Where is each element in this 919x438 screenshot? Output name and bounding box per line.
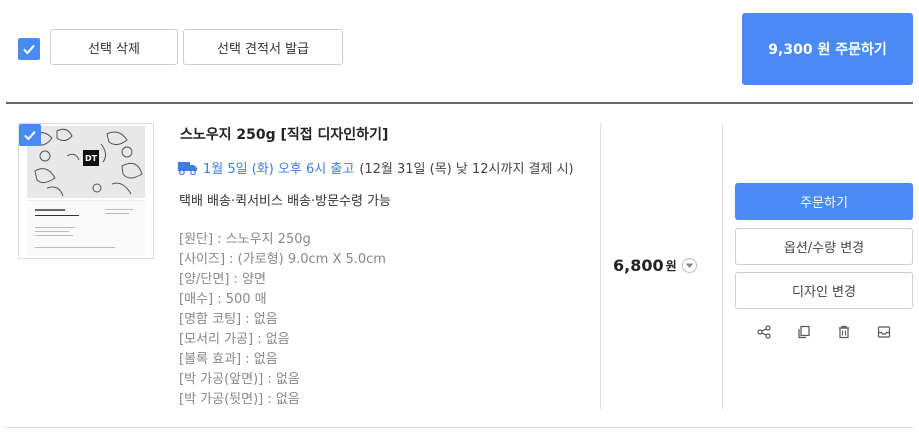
- option-quantity: [매수] : 500 매: [179, 292, 267, 307]
- check-icon: [24, 130, 36, 141]
- issue-quote-button[interactable]: 선택 견적서 발급: [183, 29, 343, 65]
- option-emboss: [볼록 효과] : 없음: [179, 352, 278, 367]
- chevron-down-icon: [685, 263, 694, 268]
- item-checkbox[interactable]: [19, 124, 41, 146]
- option-sides: [양/단면] : 양면: [179, 272, 266, 287]
- product-thumbnail[interactable]: DT: [18, 123, 154, 259]
- option-coating: [명함 코팅] : 없음: [179, 312, 278, 327]
- truck-icon: [178, 161, 197, 175]
- column-divider: [722, 123, 723, 409]
- top-divider: [6, 102, 913, 104]
- save-button[interactable]: [875, 323, 893, 341]
- share-icon: [757, 325, 771, 339]
- trash-icon: [839, 325, 849, 339]
- change-design-button[interactable]: 디자인 변경: [735, 272, 913, 309]
- thumbnail-logo: DT: [83, 150, 99, 166]
- delete-button[interactable]: [835, 323, 853, 341]
- card-front-preview: DT: [27, 126, 145, 198]
- inbox-icon: [877, 326, 891, 338]
- shipping-methods: 택배 배송·퀵서비스 배송·방문수령 가능: [179, 194, 392, 209]
- option-size: [사이즈] : (가로형) 9.0cm X 5.0cm: [179, 252, 386, 267]
- delivery-date: 1월 5일 (화) 오후 6시 출고: [203, 162, 355, 177]
- select-all-checkbox[interactable]: [18, 38, 40, 60]
- bottom-divider: [6, 427, 913, 428]
- column-divider: [600, 123, 601, 409]
- price-detail-toggle[interactable]: [681, 258, 697, 273]
- order-button[interactable]: 주문하기: [735, 183, 913, 220]
- order-total-button[interactable]: 9,300 원 주문하기: [742, 13, 913, 85]
- change-options-button[interactable]: 옵션/수량 변경: [735, 228, 913, 265]
- delivery-info: 1월 5일 (화) 오후 6시 출고 (12월 31일 (목) 낮 12시까지 …: [178, 158, 574, 177]
- card-back-preview: [27, 200, 145, 256]
- share-button[interactable]: [755, 323, 773, 341]
- copy-button[interactable]: [795, 323, 813, 341]
- option-foil-front: [박 가공(앞면)] : 없음: [179, 372, 300, 387]
- option-fabric: [원단] : 스노우지 250g: [179, 232, 311, 247]
- delivery-condition: (12월 31일 (목) 낮 12시까지 결제 시): [359, 162, 574, 177]
- price-amount: 6,800: [613, 256, 664, 275]
- option-corner: [모서리 가공] : 없음: [179, 332, 290, 347]
- copy-icon: [798, 325, 810, 339]
- price-unit: 원: [665, 259, 677, 273]
- delete-selected-button[interactable]: 선택 삭제: [50, 29, 178, 65]
- option-list: [원단] : 스노우지 250g [사이즈] : (가로형) 9.0cm X 5…: [179, 230, 386, 410]
- option-foil-back: [박 가공(뒷면)] : 없음: [179, 392, 300, 407]
- product-title[interactable]: 스노우지 250g [직접 디자인하기]: [180, 124, 388, 144]
- check-icon: [23, 44, 35, 55]
- price-area: 6,800 원: [613, 256, 697, 275]
